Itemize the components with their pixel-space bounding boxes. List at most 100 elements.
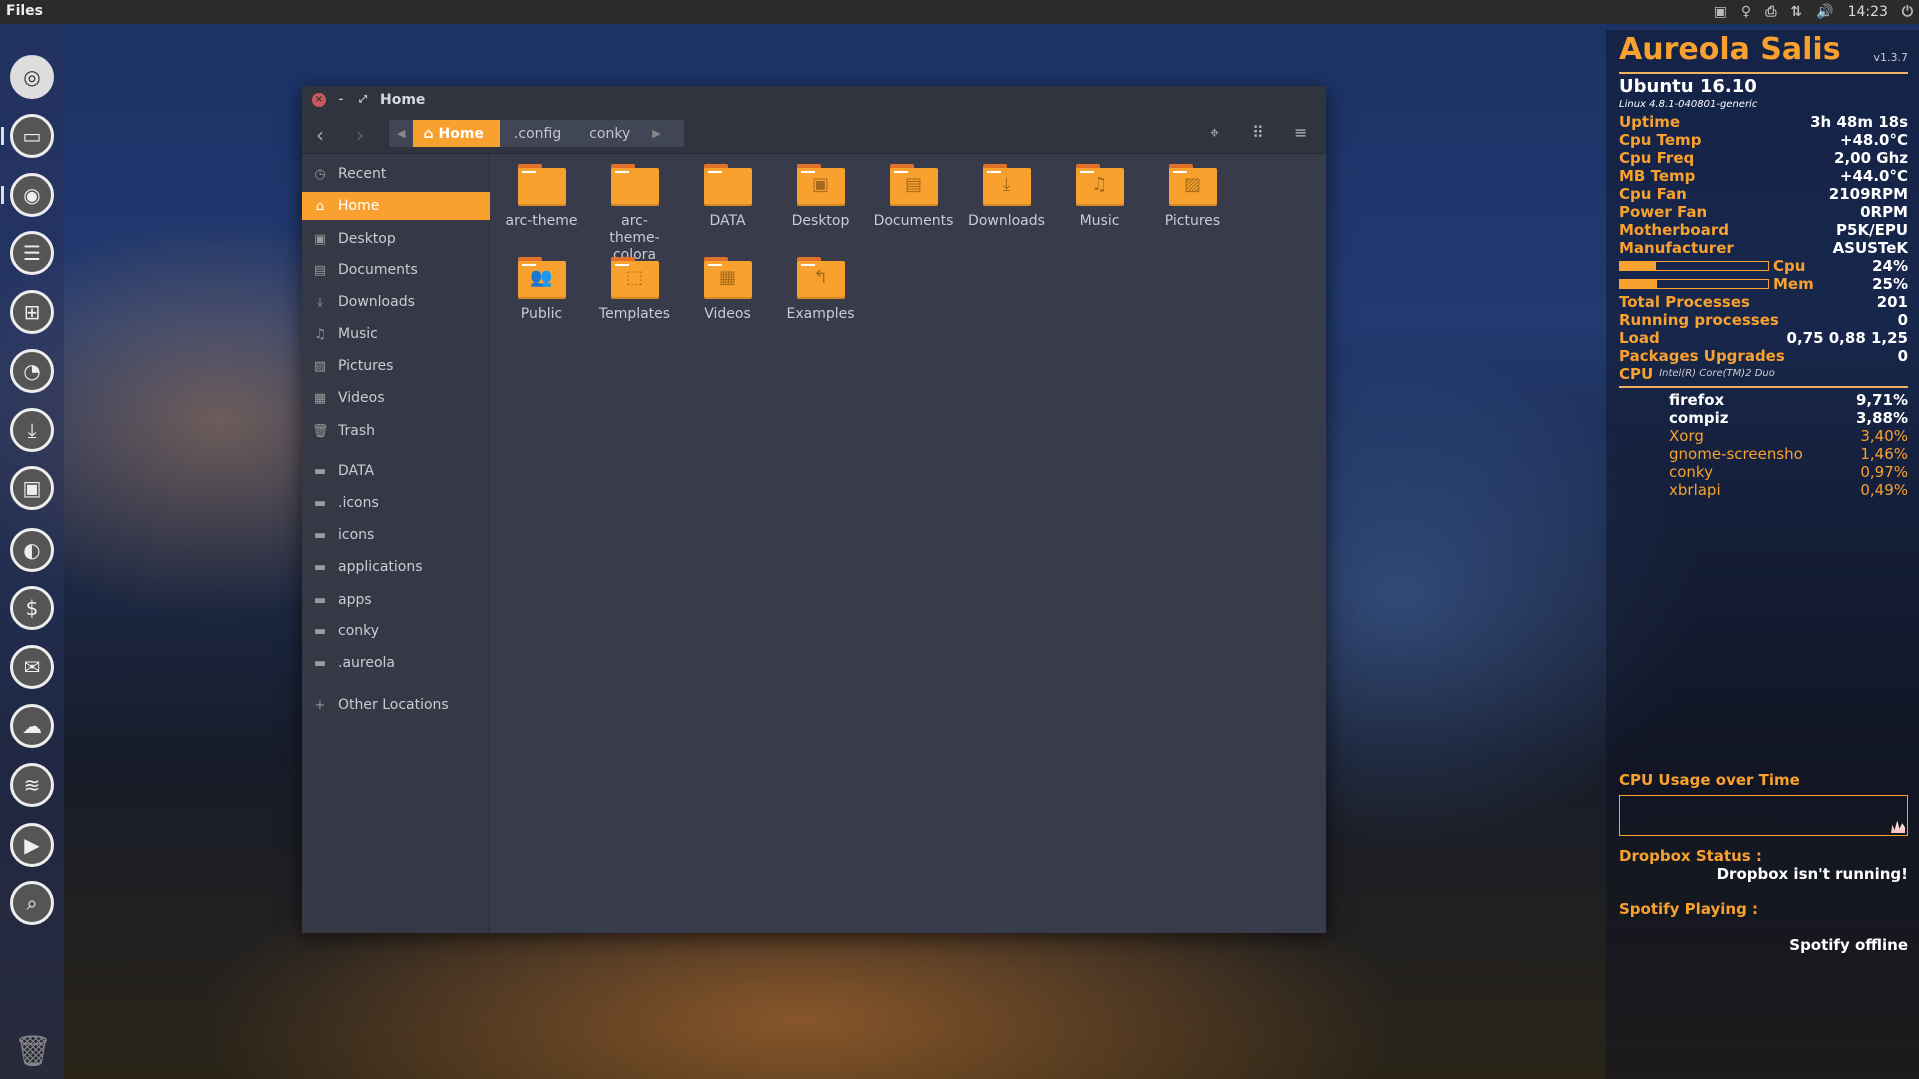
location-icon[interactable]: ⌖ (1210, 123, 1219, 143)
sidebar-item-desktop[interactable]: ▣ Desktop (302, 225, 490, 253)
launcher-screenshot-icon[interactable]: ▣ (10, 466, 54, 510)
file-item[interactable]: arc-theme (495, 164, 588, 230)
bulb-icon[interactable]: ♀ (1741, 4, 1751, 20)
file-item[interactable]: ⬚ Templates (588, 257, 681, 323)
file-item[interactable]: ▨ Pictures (1146, 164, 1239, 230)
dropbox-status: Dropbox isn't running! (1716, 865, 1908, 883)
screenshot-icon[interactable]: ▣ (1714, 4, 1727, 20)
sidebar-item-icons[interactable]: ▬ icons (302, 521, 490, 549)
folder-icon: ▬ (313, 559, 327, 575)
file-item[interactable]: ▣ Desktop (774, 164, 867, 230)
conky-version: v1.3.7 (1873, 51, 1909, 64)
sidebar-item-aureola[interactable]: ▬ .aureola (302, 649, 490, 677)
launcher-ubuntu-dash-icon[interactable]: ◎ (10, 55, 54, 99)
volume-icon[interactable]: 🔊 (1816, 4, 1833, 20)
divider (1619, 72, 1908, 74)
launcher-trash-icon[interactable]: 🗑 (14, 1034, 52, 1069)
stat-value: 201 (1876, 293, 1908, 311)
sidebar-item-recent[interactable]: ◷ Recent (302, 160, 490, 188)
process-row: Xorg 3,40% (1669, 427, 1908, 445)
launcher-thunderbird-icon[interactable]: ✉ (10, 645, 54, 689)
launcher-spreadsheet-icon[interactable]: ⊞ (10, 290, 54, 334)
file-name: Videos (704, 306, 751, 322)
folder-icon: ▬ (313, 463, 327, 479)
launcher-text-editor-icon[interactable]: ☰ (10, 231, 54, 275)
file-name: arc-theme (505, 213, 578, 229)
launcher-spotify-icon[interactable]: ≋ (10, 763, 54, 807)
process-row: firefox 9,71% (1669, 391, 1908, 409)
launcher-finance-icon[interactable]: $ (10, 586, 54, 630)
launcher-downloads-icon[interactable]: ⤓ (10, 408, 54, 452)
stat-label: Power Fan (1619, 203, 1708, 221)
trash-icon: 🗑 (312, 423, 329, 439)
menu-icon[interactable]: ≡ (1294, 123, 1307, 142)
sidebar-item-videos[interactable]: ▦ Videos (302, 384, 490, 412)
launcher-files-icon[interactable]: ▭ (10, 114, 54, 158)
back-button[interactable]: ‹ (316, 123, 324, 147)
cpu-model-row: CPU Intel(R) Core(TM)2 Duo (1619, 365, 1908, 383)
usage-label: Mem (1773, 275, 1814, 293)
film-icon: ▦ (313, 390, 327, 406)
network-icon[interactable]: ⇅ (1790, 4, 1802, 20)
launcher-software-center-icon[interactable]: ☁ (10, 704, 54, 748)
launcher-presentation-icon[interactable]: ◔ (10, 349, 54, 393)
file-item[interactable]: ♫ Music (1053, 164, 1146, 230)
sidebar: ◷ Recent ⌂ Home ▣ Desktop ▤ Documents ⤓ Downloads… (302, 154, 490, 933)
music-icon: ♫ (314, 326, 326, 342)
sidebar-item-applications[interactable]: ▬ applications (302, 553, 490, 581)
maximize-button[interactable]: ⤢ (356, 93, 370, 107)
sidebar-item-downloads[interactable]: ⤓ Downloads (302, 288, 490, 316)
launcher-firefox-icon[interactable]: ◉ (10, 173, 54, 217)
sidebar-item-apps[interactable]: ▬ apps (302, 586, 490, 614)
active-app-name: Files (6, 3, 43, 19)
sidebar-item-conky[interactable]: ▬ conky (302, 617, 490, 645)
file-item[interactable]: 👥 Public (495, 257, 588, 323)
file-item[interactable]: arc-theme-colora (588, 164, 681, 264)
breadcrumb-config[interactable]: .config (500, 120, 575, 147)
stat-value: 2109RPM (1828, 185, 1908, 203)
launcher-toggle-settings-icon[interactable]: ◐ (10, 528, 54, 572)
stat-label: Packages Upgrades (1619, 347, 1785, 365)
sidebar-item-icons[interactable]: ▬ .icons (302, 489, 490, 517)
launcher-video-camera-icon[interactable]: ▶ (10, 823, 54, 867)
close-button[interactable]: × (312, 92, 326, 107)
process-row: compiz 3,88% (1669, 409, 1908, 427)
forward-button[interactable]: › (356, 123, 364, 147)
stat-row: Uptime 3h 48m 18s (1619, 113, 1908, 131)
file-item[interactable]: DATA (681, 164, 774, 230)
file-item[interactable]: ▤ Documents (867, 164, 960, 230)
file-name: Desktop (791, 213, 850, 229)
sidebar-item-label: conky (338, 623, 380, 639)
printer-icon[interactable]: ⎙ (1765, 4, 1776, 20)
launcher-search-app-icon[interactable]: ⌕ (10, 881, 54, 925)
folder-icon: ⤓ (982, 164, 1031, 204)
sidebar-item-otherlocations[interactable]: + Other Locations (302, 691, 490, 719)
session-icon[interactable]: ⏻ (1902, 4, 1913, 20)
process-cpu: 1,46% (1860, 445, 1908, 463)
sidebar-item-music[interactable]: ♫ Music (302, 320, 490, 348)
breadcrumb-home[interactable]: ⌂ Home (413, 120, 500, 147)
process-cpu: 9,71% (1855, 391, 1908, 409)
conky-panel: Aureola Salis v1.3.7 Ubuntu 16.10 Linux … (1606, 30, 1919, 1079)
sidebar-item-data[interactable]: ▬ DATA (302, 457, 490, 485)
breadcrumb-conky[interactable]: conky (575, 120, 644, 147)
clock[interactable]: 14:23 (1848, 4, 1888, 20)
minimize-button[interactable]: – (334, 93, 348, 107)
file-item[interactable]: ↰ Examples (774, 257, 867, 323)
cpu-usage-row: Cpu 24% (1619, 257, 1908, 275)
breadcrumb-left-arrow[interactable]: ◀ (389, 127, 413, 140)
sidebar-item-documents[interactable]: ▤ Documents (302, 256, 490, 284)
process-row: xbrlapi 0,49% (1669, 481, 1908, 499)
file-manager-window: × – ⤢ Home ‹ › ◀ ⌂ Home .config conky ▶ ⌖… (302, 86, 1326, 933)
file-item[interactable]: ⤓ Downloads (960, 164, 1053, 230)
stat-label: Cpu Fan (1619, 185, 1687, 203)
folder-icon: ▬ (313, 655, 327, 671)
grid-view-icon[interactable]: ⠿ (1252, 123, 1264, 142)
breadcrumb: ◀ ⌂ Home .config conky ▶ (389, 120, 684, 147)
sidebar-item-trash[interactable]: 🗑 Trash (302, 417, 490, 445)
breadcrumb-right-arrow[interactable]: ▶ (644, 127, 668, 140)
sidebar-item-pictures[interactable]: ▨ Pictures (302, 352, 490, 380)
file-item[interactable]: ▦ Videos (681, 257, 774, 323)
sidebar-item-home[interactable]: ⌂ Home (302, 192, 490, 220)
launcher: ◎ ▭ ◉ ☰ ⊞ ◔ ⤓ ▣ ◐ $ ✉ ☁ ≋ ▶ ⌕ 🗑 (0, 24, 64, 1079)
